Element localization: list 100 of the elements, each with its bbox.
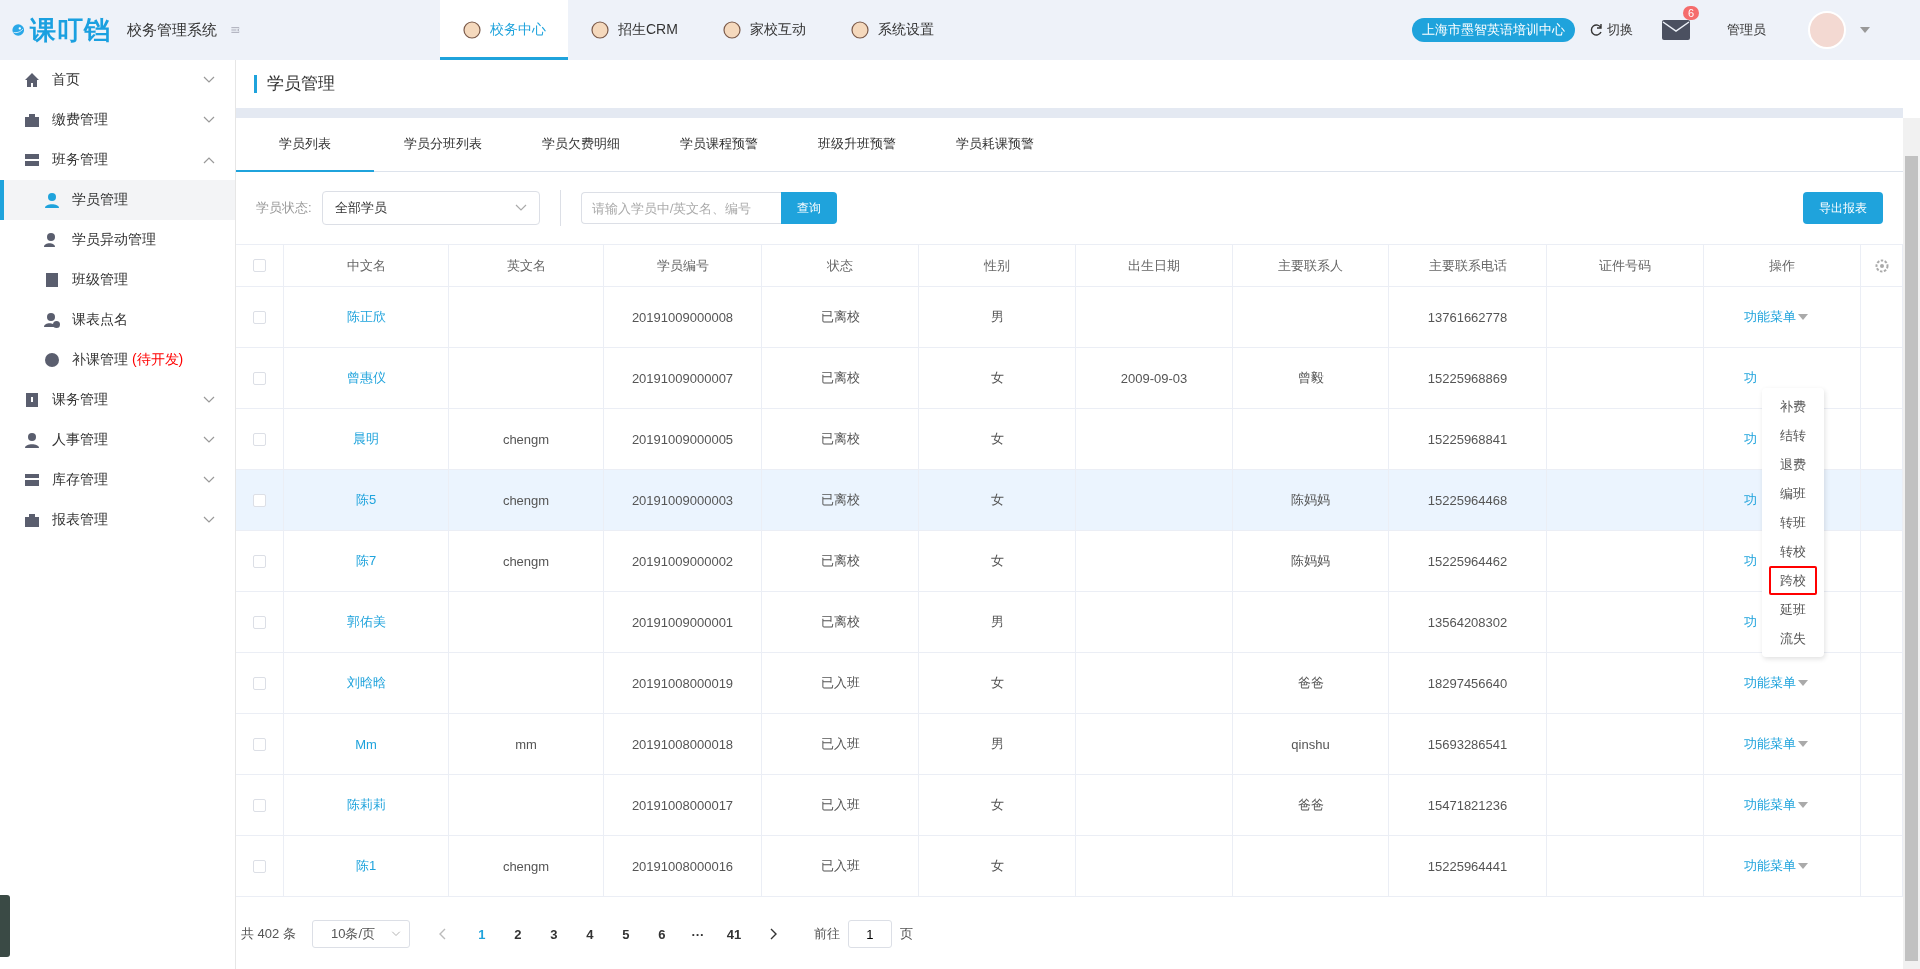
floating-tab[interactable] — [0, 895, 10, 957]
table-cell: 女 — [990, 674, 1004, 692]
person-check-icon — [44, 312, 60, 328]
page-input[interactable]: 1 — [847, 920, 892, 948]
chevron-down-icon — [203, 116, 215, 124]
tab[interactable]: 学员分班列表 — [374, 118, 512, 172]
table-cell: 15693286541 — [1427, 736, 1508, 752]
menu-item[interactable]: 跨校 — [1769, 566, 1817, 595]
tab[interactable]: 班级升班预警 — [788, 118, 926, 172]
page-number[interactable]: 4 — [575, 926, 604, 942]
table-cell: 陈妈妈 — [1291, 552, 1330, 570]
caret-icon[interactable] — [1860, 27, 1870, 33]
tab[interactable]: 学员列表 — [236, 118, 374, 172]
table-cell: 20191008000018 — [631, 736, 734, 752]
caret-icon — [1798, 741, 1808, 747]
column-header: 性别 — [919, 245, 1076, 286]
table-cell: 已离校 — [820, 552, 860, 570]
tab[interactable]: 学员课程预警 — [650, 118, 788, 172]
table-cell: chengm — [502, 553, 550, 569]
sidebar-item[interactable]: 人事管理 — [0, 420, 235, 460]
logo-text: 课叮铛 — [30, 13, 112, 47]
sidebar-item[interactable]: 课务管理 — [0, 380, 235, 420]
checkbox[interactable] — [253, 798, 266, 812]
nav-tab[interactable]: 招生CRM — [568, 0, 700, 60]
settings-icon[interactable] — [1874, 258, 1889, 273]
table-cell: 已离校 — [820, 491, 860, 509]
menu-item[interactable]: 转校 — [1769, 537, 1817, 566]
table-cell: 20191009000008 — [631, 309, 734, 325]
checkbox[interactable] — [253, 615, 266, 629]
chevron-right-icon[interactable] — [769, 928, 778, 940]
sidebar-item[interactable]: 库存管理 — [0, 460, 235, 500]
menu-item[interactable]: 编班 — [1769, 479, 1817, 508]
home-icon — [24, 72, 40, 88]
checkbox[interactable] — [253, 493, 266, 507]
chevron-down-icon — [390, 931, 401, 937]
sidebar-item[interactable]: 班务管理 — [0, 140, 235, 180]
checkbox[interactable] — [253, 859, 266, 873]
table-cell: 已离校 — [820, 430, 860, 448]
checkbox[interactable] — [253, 432, 266, 446]
chevron-left-icon[interactable] — [437, 928, 446, 940]
table-cell: 已离校 — [820, 308, 860, 326]
menu-item[interactable]: 结转 — [1769, 421, 1817, 450]
page-number[interactable]: 2 — [503, 926, 532, 942]
checkbox[interactable] — [253, 310, 266, 324]
tab[interactable]: 学员欠费明细 — [512, 118, 650, 172]
chevron-down-icon — [203, 476, 215, 484]
nav-tab[interactable]: 系统设置 — [827, 0, 956, 60]
table-cell: 13761662778 — [1427, 309, 1508, 325]
menu-item[interactable]: 转班 — [1769, 508, 1817, 537]
table-cell: 女 — [990, 857, 1004, 875]
system-name: 校务管理系统 — [127, 20, 218, 40]
sidebar-item[interactable]: 首页 — [0, 60, 235, 100]
refresh-icon — [1589, 23, 1603, 37]
table-cell: 已离校 — [820, 369, 860, 387]
page-number[interactable]: 3 — [539, 926, 568, 942]
checkbox[interactable] — [253, 259, 266, 272]
sidebar-subitem[interactable]: 学员管理 — [0, 180, 235, 220]
table-cell: 20191008000019 — [631, 675, 734, 691]
table-cell: 15225964441 — [1427, 858, 1508, 874]
drawer-icon — [24, 472, 40, 488]
page-number[interactable]: 41 — [719, 926, 748, 942]
column-header: 出生日期 — [1076, 245, 1233, 286]
sidebar-subitem[interactable]: 补课管理 (待开发) — [0, 340, 235, 380]
page-number[interactable]: 5 — [611, 926, 640, 942]
table-cell: 15471821236 — [1427, 797, 1508, 813]
sidebar-subitem[interactable]: 学员异动管理 — [0, 220, 235, 260]
column-header: 证件号码 — [1547, 245, 1704, 286]
checkbox[interactable] — [253, 737, 266, 751]
table-cell: 已入班 — [820, 735, 860, 753]
sidebar-subitem[interactable]: 班级管理 — [0, 260, 235, 300]
menu-item[interactable]: 延班 — [1769, 595, 1817, 624]
table-cell: 男 — [990, 308, 1004, 326]
nav-tab[interactable]: 家校互动 — [699, 0, 828, 60]
sidebar-item[interactable]: 缴费管理 — [0, 100, 235, 140]
avatar[interactable] — [1808, 11, 1846, 49]
status-select[interactable]: 全部学员 — [321, 191, 540, 225]
menu-item[interactable]: 退费 — [1769, 450, 1817, 479]
caret-icon — [1798, 802, 1808, 808]
user-name[interactable]: 管理员 — [1727, 21, 1766, 39]
page-number[interactable]: ··· — [683, 926, 712, 942]
tab[interactable]: 学员耗课预警 — [926, 118, 1064, 172]
table-cell: 已入班 — [820, 796, 860, 814]
checkbox[interactable] — [253, 371, 266, 385]
sidebar-item[interactable]: 报表管理 — [0, 500, 235, 540]
table-cell: 女 — [990, 796, 1004, 814]
sidebar-subitem[interactable]: 课表点名 — [0, 300, 235, 340]
mail-icon[interactable] — [1661, 18, 1691, 42]
column-header: 主要联系人 — [1233, 245, 1389, 286]
caret-icon — [1798, 863, 1808, 869]
menu-item[interactable]: 流失 — [1769, 624, 1817, 653]
page-title: 学员管理 — [254, 75, 335, 93]
page-size-select[interactable]: 10条/页 — [311, 920, 410, 948]
scrollbar-thumb[interactable] — [1905, 156, 1918, 961]
checkbox[interactable] — [253, 554, 266, 568]
page-number[interactable]: 6 — [647, 926, 676, 942]
page-suffix: 页 — [899, 925, 913, 943]
menu-item[interactable]: 补费 — [1769, 392, 1817, 421]
search-field[interactable]: 请输入学员中/英文名、编号 — [580, 192, 781, 224]
checkbox[interactable] — [253, 676, 266, 690]
switch-link[interactable]: 切换 — [1589, 21, 1633, 39]
